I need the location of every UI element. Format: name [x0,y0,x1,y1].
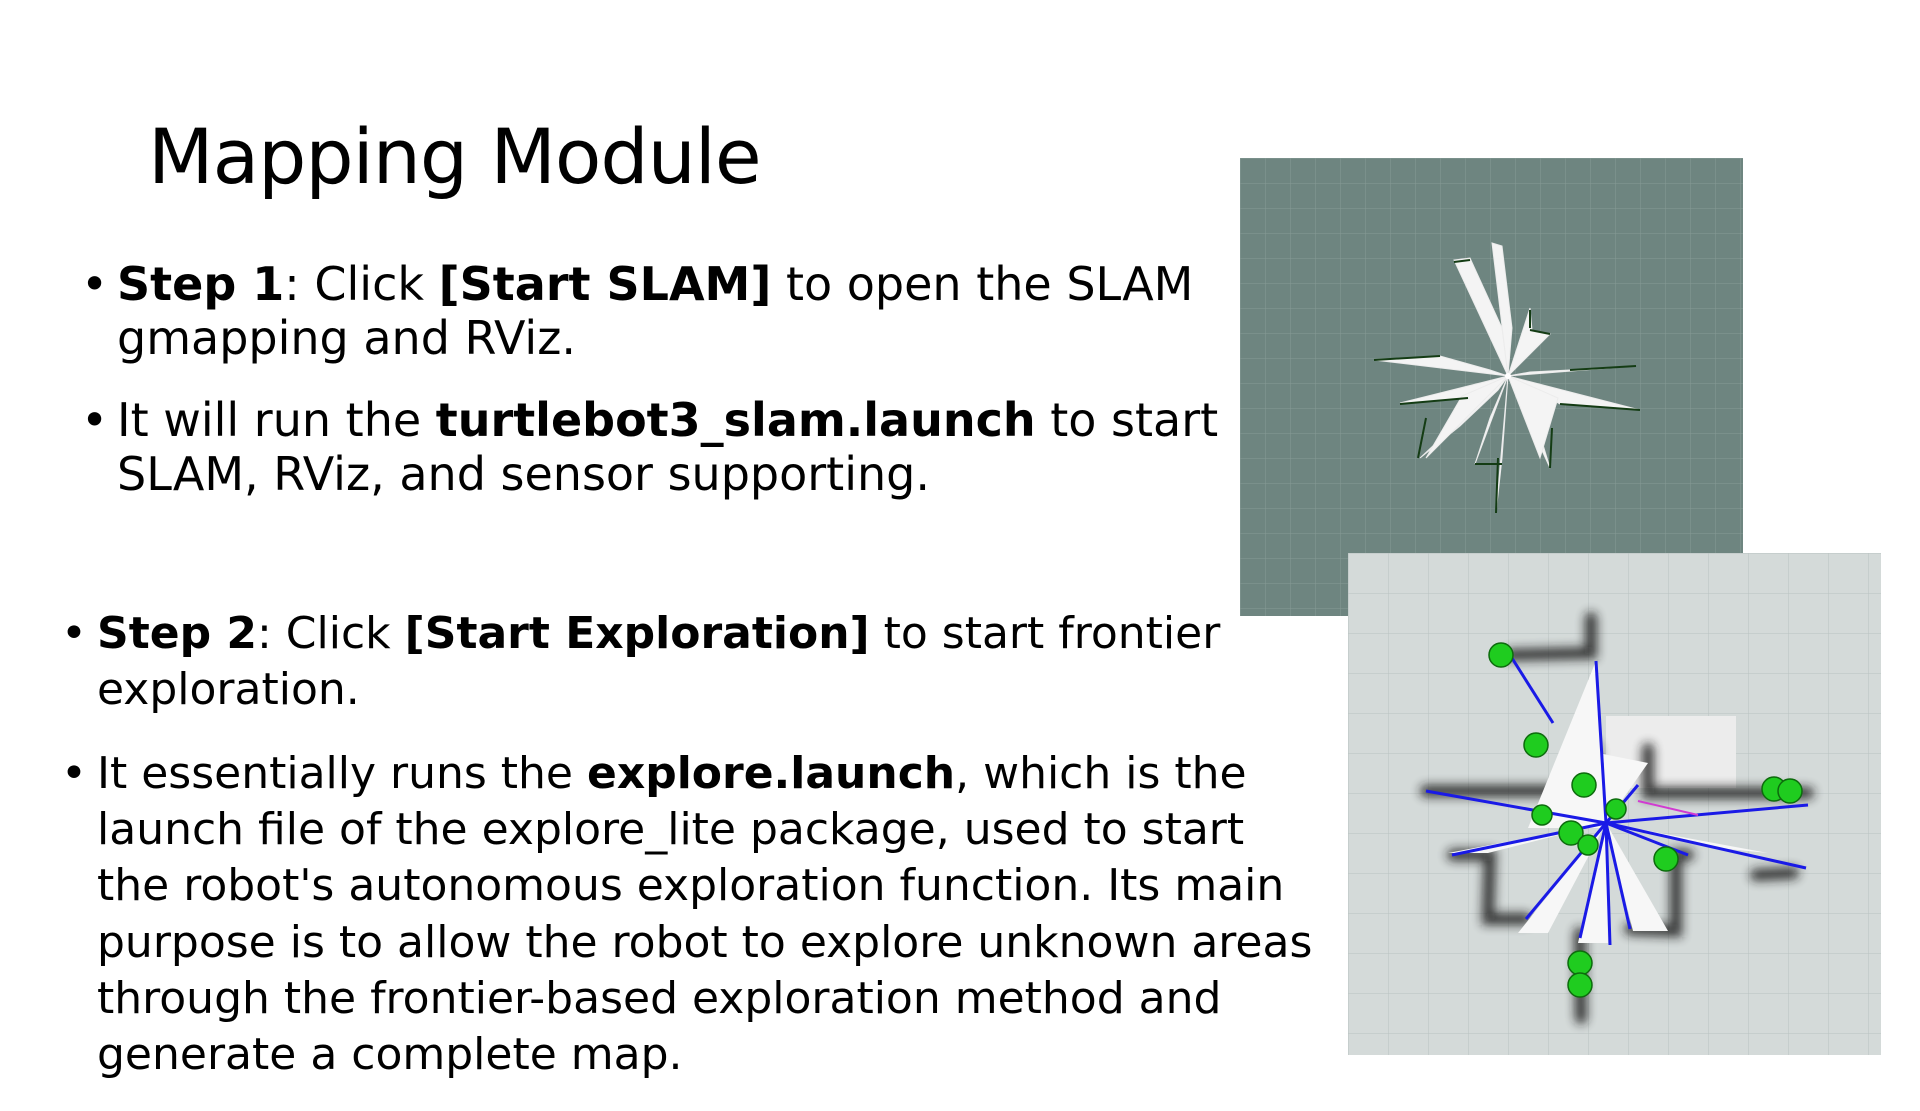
slide-title: Mapping Module [148,112,762,201]
frontier-point [1577,834,1599,856]
frontier-point [1605,798,1627,820]
step2-lead: Step 2 [97,608,257,659]
exploration-map-image [1348,553,1881,1055]
step1-sep: : Click [284,257,439,311]
frontier-point [1488,642,1514,668]
bullet-step2: Step 2: Click [Start Exploration] to sta… [61,606,1327,719]
frontier-point [1653,846,1679,872]
bullet-step1: Step 1: Click [Start SLAM] to open the S… [81,257,1237,366]
slam-launch-file: turtlebot3_slam.launch [435,392,1036,447]
start-exploration-label: [Start Exploration] [404,608,870,659]
bullet-explore-launch: It essentially runs the explore.launch, … [61,746,1327,1084]
step2-sep: : Click [257,608,405,659]
step2-bullets: Step 2: Click [Start Exploration] to sta… [61,606,1327,1111]
robot-position [1505,373,1511,379]
frontier-point [1567,972,1593,998]
explore-launch-pre: It essentially runs the [97,747,587,799]
explore-launch-file: explore.launch [586,747,956,799]
frontier-point [1567,950,1593,976]
frontier-point [1523,732,1549,758]
slam-launch-pre: It will run the [117,392,436,447]
frontier-point [1531,804,1553,826]
step1-bullets: Step 1: Click [Start SLAM] to open the S… [81,257,1237,528]
slam-map-image [1240,158,1743,616]
slam-map-screenshot [1240,158,1743,616]
frontier-point [1571,772,1597,798]
bullet-slam-launch: It will run the turtlebot3_slam.launch t… [81,392,1237,502]
frontier-point [1777,778,1803,804]
start-slam-label: [Start SLAM] [438,257,772,311]
step1-lead: Step 1 [117,257,285,311]
exploration-map-screenshot [1348,553,1881,1055]
